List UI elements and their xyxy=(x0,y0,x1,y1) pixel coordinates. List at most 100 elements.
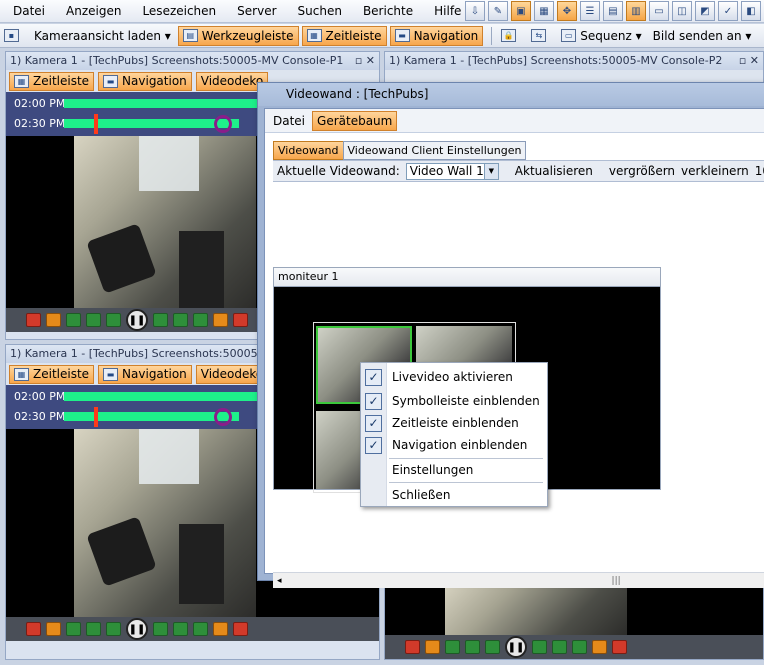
tab-videowand[interactable]: Videowand xyxy=(273,141,344,160)
chevron-down-icon[interactable]: ▼ xyxy=(483,163,498,179)
tab-client-settings[interactable]: Videowand Client Einstellungen xyxy=(342,141,527,160)
save-button[interactable]: ▪ xyxy=(0,26,27,46)
menu-item-show-toolbar[interactable]: ✓ Symbolleiste einblenden xyxy=(361,390,547,412)
scroll-left-icon[interactable]: ◂ xyxy=(277,576,282,586)
menu-anzeigen[interactable]: Anzeigen xyxy=(66,4,121,18)
skip-end-icon[interactable] xyxy=(233,313,248,327)
step-back-icon[interactable] xyxy=(46,622,61,636)
pane-navigation-label: Navigation xyxy=(122,367,187,381)
refresh-button[interactable]: Aktualisieren xyxy=(515,164,593,178)
navigation-toggle[interactable]: ▬ Navigation xyxy=(389,25,484,46)
dialog-title[interactable]: Videowand : [TechPubs] xyxy=(258,83,764,106)
sequence-button[interactable]: ▭ Sequenz ▾ xyxy=(557,26,645,46)
timeline-toggle[interactable]: ▦ Zeitleiste xyxy=(301,25,387,46)
pane-navigation-button[interactable]: ▬ Navigation xyxy=(98,364,192,384)
rewind-slow-icon[interactable] xyxy=(86,622,101,636)
menu-item-show-timeline[interactable]: ✓ Zeitleiste einblenden xyxy=(361,412,547,434)
play-icon[interactable] xyxy=(153,622,168,636)
timeline-track[interactable] xyxy=(64,412,239,421)
device-tree-button[interactable]: Gerätebaum xyxy=(312,110,398,131)
tile-icon[interactable]: ◧ xyxy=(741,1,761,21)
check-icon: ✓ xyxy=(365,392,382,410)
main-toolbar: ▪ Kameraansicht laden ▾ ▤ Werkzeugleiste … xyxy=(0,24,764,48)
zoom-in-button[interactable]: vergrößern xyxy=(609,164,675,178)
network-button[interactable]: ⇆ xyxy=(527,26,554,46)
menu-item-settings[interactable]: Einstellungen xyxy=(361,459,547,481)
play-icon[interactable] xyxy=(153,313,168,327)
timeline-cursor[interactable] xyxy=(214,408,232,426)
skip-end-icon[interactable] xyxy=(233,622,248,636)
send-image-button[interactable]: Bild senden an ▾ xyxy=(649,26,756,46)
menu-datei[interactable]: Datei xyxy=(13,4,45,18)
video-view[interactable] xyxy=(385,583,763,635)
display-icon[interactable]: ◫ xyxy=(672,1,692,21)
graph-icon[interactable]: ◩ xyxy=(695,1,715,21)
forward-slow-icon[interactable] xyxy=(173,313,188,327)
zoom-100-button[interactable]: 100% An xyxy=(755,164,764,178)
pane-navigation-button[interactable]: ▬ Navigation xyxy=(98,71,192,91)
ptz-icon[interactable]: ✥ xyxy=(557,1,577,21)
pane-timeline-button[interactable]: ▦ Zeitleiste xyxy=(9,364,95,384)
skip-start-icon[interactable] xyxy=(26,313,41,327)
layout-icon[interactable]: ▥ xyxy=(626,1,646,21)
forward-icon[interactable] xyxy=(193,313,208,327)
menu-berichte[interactable]: Berichte xyxy=(363,4,413,18)
videowall-select[interactable]: Video Wall 1 ▼ xyxy=(405,162,499,180)
grid-icon[interactable]: ▤ xyxy=(603,1,623,21)
scroll-grip-icon[interactable]: ||| xyxy=(612,576,621,586)
rewind-slow-icon[interactable] xyxy=(465,640,480,654)
forward-slow-icon[interactable] xyxy=(173,622,188,636)
load-view-button[interactable]: Kameraansicht laden ▾ xyxy=(30,26,175,46)
pane-window-controls[interactable]: ▫ ✕ xyxy=(739,54,759,68)
forward-slow-icon[interactable] xyxy=(552,640,567,654)
pause-icon[interactable]: ❚❚ xyxy=(126,309,148,331)
skip-start-icon[interactable] xyxy=(26,622,41,636)
skip-end-icon[interactable] xyxy=(612,640,627,654)
menu-item-show-navigation[interactable]: ✓ Navigation einblenden xyxy=(361,434,547,456)
rewind-slow-icon[interactable] xyxy=(86,313,101,327)
step-back-icon[interactable] xyxy=(425,640,440,654)
dialog-menu-datei[interactable]: Datei xyxy=(269,111,309,131)
horizontal-scrollbar[interactable]: ◂ ||| xyxy=(273,572,764,588)
play-back-icon[interactable] xyxy=(106,622,121,636)
menu-lesezeichen[interactable]: Lesezeichen xyxy=(142,4,216,18)
pane-timeline-button[interactable]: ▦ Zeitleiste xyxy=(9,71,95,91)
step-back-icon[interactable] xyxy=(46,313,61,327)
monitor-icon[interactable]: ▣ xyxy=(511,1,531,21)
pane-window-controls[interactable]: ▫ ✕ xyxy=(355,54,375,68)
forward-icon[interactable] xyxy=(572,640,587,654)
timeline-marker[interactable] xyxy=(94,114,98,134)
play-icon[interactable] xyxy=(532,640,547,654)
skip-start-icon[interactable] xyxy=(405,640,420,654)
zoom-out-button[interactable]: verkleinern xyxy=(681,164,749,178)
tools-toggle[interactable]: ▤ Werkzeugleiste xyxy=(177,25,299,46)
rewind-icon[interactable] xyxy=(445,640,460,654)
rewind-icon[interactable] xyxy=(66,622,81,636)
menu-hilfe[interactable]: Hilfe xyxy=(434,4,461,18)
step-forward-icon[interactable] xyxy=(592,640,607,654)
step-forward-icon[interactable] xyxy=(213,622,228,636)
calendar-icon[interactable]: ▦ xyxy=(534,1,554,21)
timeline-cursor[interactable] xyxy=(214,115,232,133)
pause-icon[interactable]: ❚❚ xyxy=(505,636,527,658)
menu-server[interactable]: Server xyxy=(237,4,276,18)
forward-icon[interactable] xyxy=(193,622,208,636)
pause-icon[interactable]: ❚❚ xyxy=(126,618,148,640)
play-back-icon[interactable] xyxy=(485,640,500,654)
timeline-marker[interactable] xyxy=(94,407,98,427)
edit-icon[interactable]: ✎ xyxy=(488,1,508,21)
play-back-icon[interactable] xyxy=(106,313,121,327)
timeline-track[interactable] xyxy=(64,119,239,128)
menu-suchen[interactable]: Suchen xyxy=(298,4,342,18)
window-icon[interactable]: ▭ xyxy=(649,1,669,21)
menu-item-live-video[interactable]: ✓ Livevideo aktivieren xyxy=(361,366,547,388)
rewind-icon[interactable] xyxy=(66,313,81,327)
menu-item-close[interactable]: Schließen xyxy=(361,484,547,506)
camera-image xyxy=(74,136,256,308)
lock-button[interactable]: 🔒 xyxy=(497,26,524,46)
step-forward-icon[interactable] xyxy=(213,313,228,327)
check-icon[interactable]: ✓ xyxy=(718,1,738,21)
export-icon[interactable]: ⇩ xyxy=(465,1,485,21)
list-icon[interactable]: ☰ xyxy=(580,1,600,21)
check-icon: ✓ xyxy=(365,368,382,386)
